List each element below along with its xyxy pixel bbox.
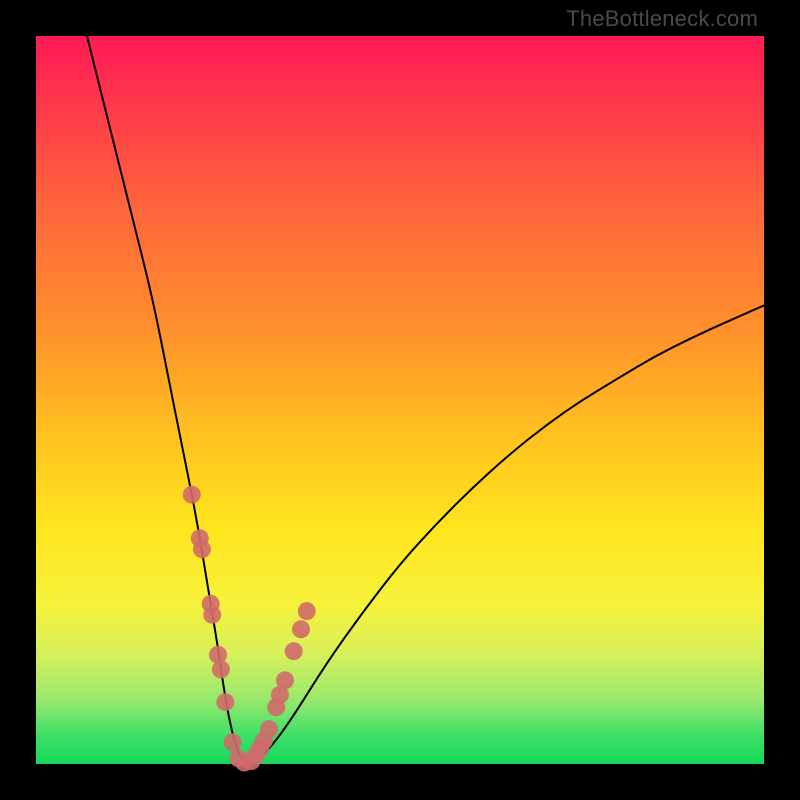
data-dot xyxy=(285,642,303,660)
data-dot xyxy=(260,720,278,738)
chart-frame: TheBottleneck.com xyxy=(0,0,800,800)
chart-svg xyxy=(36,36,764,764)
dot-group xyxy=(183,486,316,772)
plot-area xyxy=(36,36,764,764)
data-dot xyxy=(276,671,294,689)
data-dot xyxy=(203,606,221,624)
bottleneck-curve xyxy=(87,36,764,763)
data-dot xyxy=(183,486,201,504)
data-dot xyxy=(216,693,234,711)
data-dot xyxy=(292,620,310,638)
watermark-text: TheBottleneck.com xyxy=(566,6,758,32)
data-dot xyxy=(298,602,316,620)
data-dot xyxy=(212,660,230,678)
data-dot xyxy=(224,733,242,751)
data-dot xyxy=(193,540,211,558)
